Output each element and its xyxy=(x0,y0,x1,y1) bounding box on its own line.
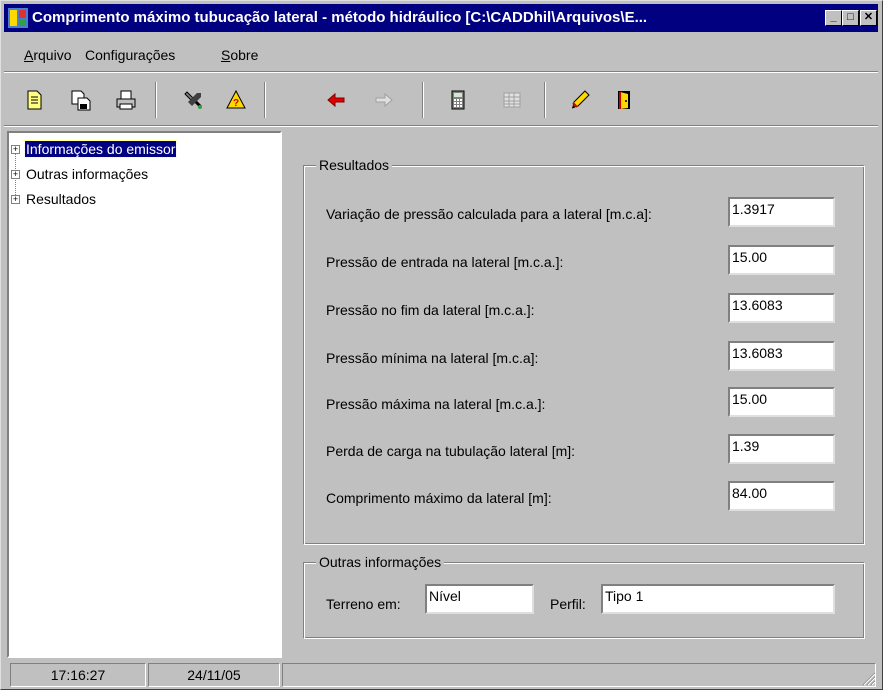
resultados-group: Resultados Variação de pressão calculada… xyxy=(303,157,865,545)
maximize-button[interactable]: □ xyxy=(842,10,859,26)
main-window: Comprimento máximo tubucação lateral - m… xyxy=(0,0,883,690)
expand-icon[interactable]: + xyxy=(11,145,20,154)
tree-item-label: Informações do emissor xyxy=(23,140,178,158)
status-time: 17:16:27 xyxy=(10,663,146,687)
menu-sobre[interactable]: Sobre xyxy=(221,47,258,63)
pressao-maxima-field[interactable]: 15.00 xyxy=(728,387,835,417)
perfil-label: Perfil: xyxy=(550,596,586,612)
toolbar-separator-bottom xyxy=(4,125,878,127)
title-bar[interactable]: Comprimento máximo tubucação lateral - m… xyxy=(4,4,878,32)
comprimento-maximo-field[interactable]: 84.00 xyxy=(728,481,835,511)
app-icon[interactable] xyxy=(8,8,28,28)
new-document-icon[interactable] xyxy=(20,86,48,114)
pressao-entrada-field[interactable]: 15.00 xyxy=(728,245,835,275)
row-label: Pressão no fim da lateral [m.c.a.]: xyxy=(326,302,535,318)
perda-carga-field[interactable]: 1.39 xyxy=(728,434,835,464)
outras-informacoes-legend: Outras informações xyxy=(316,554,445,570)
toolbar-separator xyxy=(544,82,546,118)
tree-item-label: Resultados xyxy=(26,191,97,207)
row-label: Comprimento máximo da lateral [m]: xyxy=(326,490,552,506)
row-label: Perda de carga na tubulação lateral [m]: xyxy=(326,443,576,459)
back-arrow-icon[interactable] xyxy=(322,86,350,114)
save-icon[interactable] xyxy=(66,86,94,114)
row-label: Variação de pressão calculada para a lat… xyxy=(326,206,652,222)
expand-icon[interactable]: + xyxy=(11,170,20,179)
menu-sobre-mnemonic: S xyxy=(221,47,231,63)
pressao-fim-field[interactable]: 13.6083 xyxy=(728,293,835,323)
menu-arquivo-label: rquivo xyxy=(33,47,72,63)
pencil-icon[interactable] xyxy=(566,86,594,114)
menu-separator xyxy=(4,71,878,73)
table-icon[interactable] xyxy=(498,86,526,114)
menu-sobre-label: obre xyxy=(230,47,259,63)
toolbar-separator xyxy=(155,82,157,118)
toolbar: ? xyxy=(4,76,878,124)
resultados-legend: Resultados xyxy=(316,157,393,173)
help-icon[interactable]: ? xyxy=(222,86,250,114)
menu-arquivo-mnemonic: A xyxy=(24,47,34,63)
calculator-icon[interactable] xyxy=(444,86,472,114)
menu-configuracoes[interactable]: Configurações xyxy=(85,47,175,63)
variacao-pressao-field[interactable]: 1.3917 xyxy=(728,197,835,227)
status-date: 24/11/05 xyxy=(148,663,280,687)
menu-arquivo[interactable]: Arquivo xyxy=(24,47,71,63)
resize-grip-icon[interactable] xyxy=(862,672,876,686)
expand-icon[interactable]: + xyxy=(11,195,20,204)
status-message-pane xyxy=(282,663,876,687)
toolbar-separator xyxy=(264,82,266,118)
svg-text:?: ? xyxy=(233,98,239,109)
toolbar-separator xyxy=(422,82,424,118)
status-bar: 17:16:27 24/11/05 xyxy=(4,661,878,688)
details-panel: Resultados Variação de pressão calculada… xyxy=(283,131,878,658)
window-title: Comprimento máximo tubucação lateral - m… xyxy=(32,9,648,26)
tree-item-label: Outras informações xyxy=(26,166,149,182)
tree-view[interactable]: + Informações do emissor + Outras inform… xyxy=(7,131,282,658)
perfil-field[interactable]: Tipo 1 xyxy=(601,584,835,614)
terreno-field[interactable]: Nível xyxy=(425,584,534,614)
row-label: Pressão de entrada na lateral [m.c.a.]: xyxy=(326,254,564,270)
outras-informacoes-group: Outras informações Terreno em: Nível Per… xyxy=(303,554,865,639)
exit-door-icon[interactable] xyxy=(610,86,638,114)
row-label: Pressão mínima na lateral [m.c.a]: xyxy=(326,350,539,366)
close-button[interactable]: ✕ xyxy=(860,10,877,26)
row-label: Pressão máxima na lateral [m.c.a.]: xyxy=(326,396,546,412)
minimize-button[interactable]: _ xyxy=(825,10,842,26)
print-icon[interactable] xyxy=(112,86,140,114)
tools-icon[interactable] xyxy=(180,86,208,114)
pressao-minima-field[interactable]: 13.6083 xyxy=(728,341,835,371)
forward-arrow-icon[interactable] xyxy=(370,86,398,114)
terreno-label: Terreno em: xyxy=(326,596,401,612)
